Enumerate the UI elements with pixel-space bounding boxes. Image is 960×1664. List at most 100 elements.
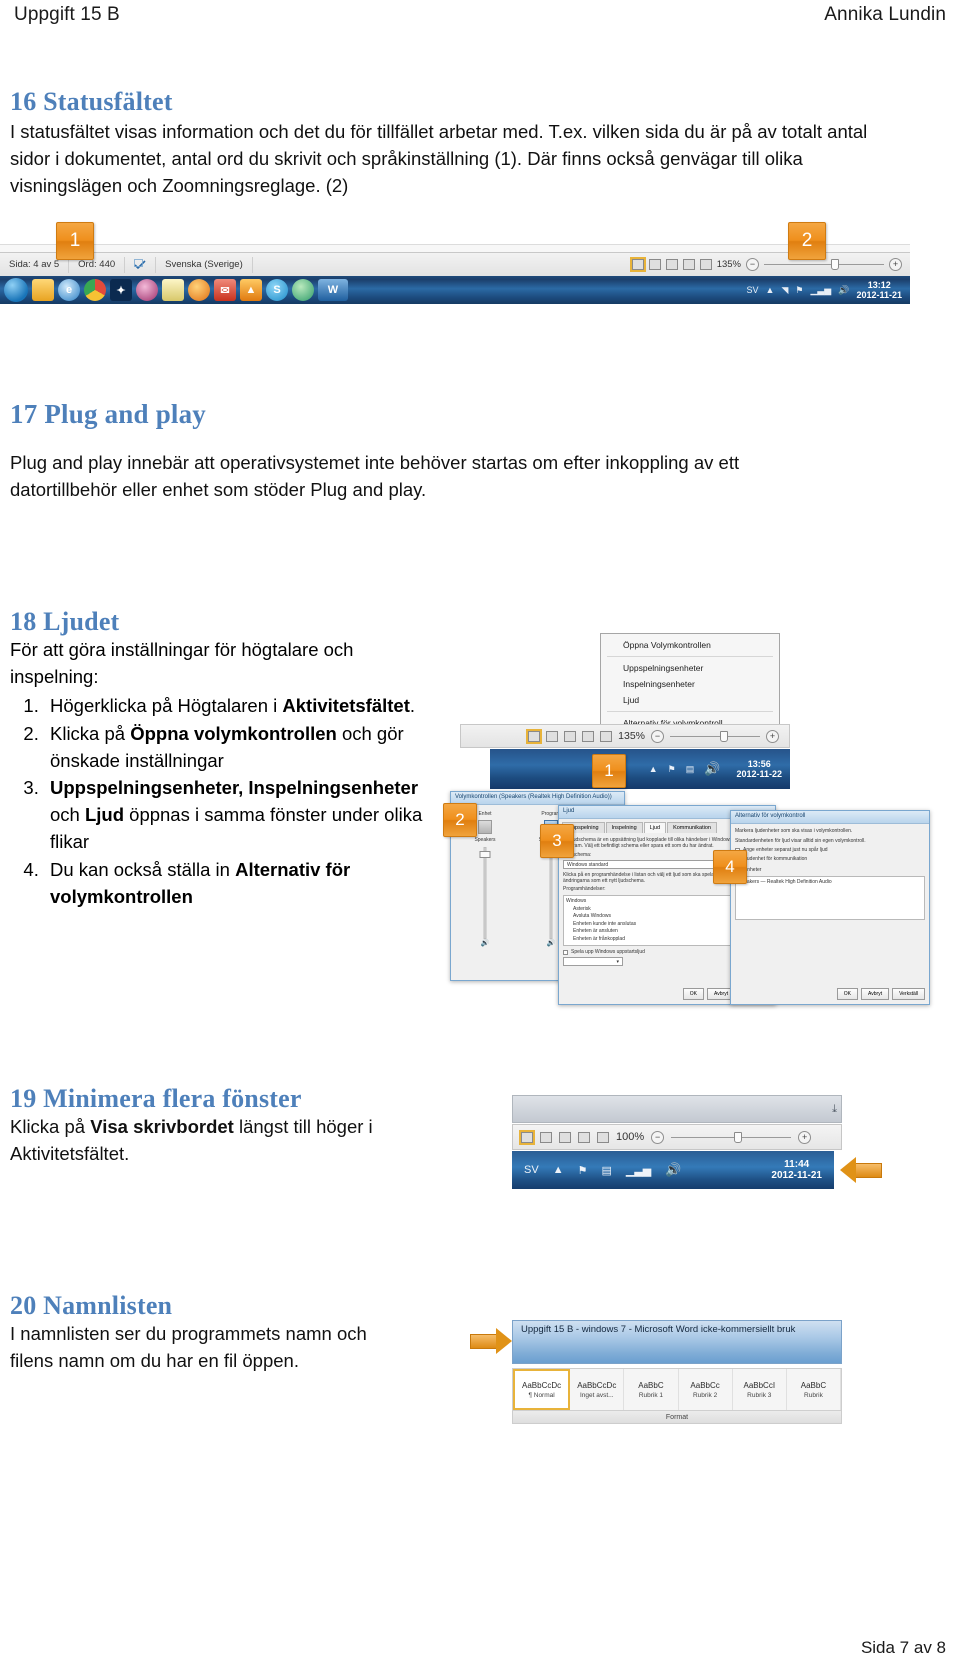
word-title-bar[interactable]: Uppgift 15 B - windows 7 - Microsoft Wor…: [512, 1320, 842, 1364]
chevron-down-icon[interactable]: ▾: [616, 959, 619, 965]
chrome-icon[interactable]: [84, 279, 106, 301]
section-19-heading: 19 Minimera flera fönster: [10, 1084, 302, 1113]
tray-clock[interactable]: 13:12 2012-11-21: [856, 280, 902, 301]
tray-signal-icon-19[interactable]: ▁▃▅: [626, 1164, 651, 1177]
view-draft-icon[interactable]: [699, 259, 712, 270]
style-heading[interactable]: AaBbC Rubrik: [787, 1369, 842, 1410]
tab-kommunikation[interactable]: Kommunikation: [667, 822, 717, 833]
apply-button[interactable]: Verkställ: [892, 988, 925, 1000]
tray-action-center-icon-19[interactable]: ⚑: [578, 1164, 588, 1177]
notepad-icon[interactable]: [162, 279, 184, 301]
tray-clock-18[interactable]: 13:56 2012-11-22: [736, 759, 782, 780]
tray-network-icon-19[interactable]: ▤: [601, 1164, 611, 1177]
view-outline-icon[interactable]: [682, 259, 695, 270]
menu-item-uppspelningsenheter[interactable]: Uppspelningsenheter: [601, 660, 779, 676]
view-draft-icon[interactable]: [597, 1131, 609, 1143]
menu-item-inspelningsenheter[interactable]: Inspelningsenheter: [601, 676, 779, 692]
proofing-icon[interactable]: [125, 256, 157, 273]
word-scroll-area-19[interactable]: ⤓: [512, 1095, 842, 1123]
view-fullscreen-reading-icon[interactable]: [648, 259, 661, 270]
vlc-icon[interactable]: ▲: [240, 279, 262, 301]
zoom-slider[interactable]: [764, 259, 884, 270]
tray-volume-icon-19[interactable]: 🔊: [665, 1162, 681, 1178]
tab-ljud[interactable]: Ljud: [643, 822, 667, 833]
mute-icon-device[interactable]: 🔊: [459, 939, 511, 947]
zoom-out-button-19[interactable]: −: [651, 1130, 665, 1144]
style-normal[interactable]: AaBbCcDc ¶ Normal: [513, 1369, 571, 1410]
view-web-layout-icon[interactable]: [665, 259, 678, 270]
view-fullscreen-reading-icon[interactable]: [540, 1131, 552, 1143]
view-print-layout-icon[interactable]: [629, 257, 646, 272]
page-header: Uppgift 15 B Annika Lundin: [0, 0, 960, 44]
view-web-layout-icon[interactable]: [559, 1131, 571, 1143]
volume-mixer-titlebar[interactable]: Volymkontrollen (Speakers (Realtek High …: [451, 792, 624, 805]
tray-clock-19[interactable]: 11:44 2012-11-21: [771, 1159, 822, 1182]
view-fullscreen-reading-icon[interactable]: [546, 730, 559, 742]
checkbox-icon[interactable]: [563, 949, 568, 955]
folder-icon[interactable]: [32, 279, 54, 301]
zoom-slider-thumb[interactable]: [831, 259, 840, 270]
volume-options-check-2[interactable]: Ljudenhet för kommunikation: [735, 856, 925, 862]
section-17-heading: 17 Plug and play: [10, 399, 207, 429]
tray-show-hidden-icon[interactable]: ▲: [766, 285, 775, 295]
style-no-spacing[interactable]: AaBbCcDc Inget avst...: [570, 1369, 625, 1410]
chevron-double-down-icon[interactable]: ⤓: [832, 1103, 837, 1116]
style-heading-3[interactable]: AaBbCcI Rubrik 3: [733, 1369, 787, 1410]
zoom-slider-19[interactable]: [671, 1131, 792, 1143]
zoom-in-button-18[interactable]: +: [766, 729, 779, 743]
tab-inspelning[interactable]: Inspelning: [605, 822, 643, 833]
status-language[interactable]: Svenska (Sverige): [156, 256, 253, 273]
callout-badge-2: 2: [788, 222, 826, 260]
ok-button[interactable]: OK: [682, 988, 704, 1000]
tray-show-hidden-icon-18[interactable]: ▲: [649, 764, 658, 774]
style-heading-1[interactable]: AaBbC Rubrik 1: [624, 1369, 679, 1410]
tray-action-center-icon[interactable]: ⚑: [795, 285, 803, 296]
style-heading-2[interactable]: AaBbCc Rubrik 2: [679, 1369, 733, 1410]
tray-volume-icon-18[interactable]: 🔊: [704, 761, 720, 777]
cancel-button[interactable]: Avbryt: [861, 988, 890, 1000]
view-print-layout-icon[interactable]: [519, 1129, 535, 1145]
view-outline-icon[interactable]: [582, 730, 595, 742]
sound-select-combo[interactable]: ▾: [563, 957, 623, 966]
list-item[interactable]: Speakers — Realtek High Definition Audio: [738, 879, 922, 887]
skype-icon[interactable]: S: [266, 279, 288, 301]
tray-network-icon-18[interactable]: ▤: [686, 764, 695, 775]
view-draft-icon[interactable]: [600, 730, 613, 742]
menu-item-ljud[interactable]: Ljud: [601, 692, 779, 708]
zoom-out-button[interactable]: −: [746, 258, 759, 271]
zoom-slider-thumb-18[interactable]: [720, 730, 729, 742]
volume-slider-device[interactable]: [459, 847, 511, 939]
tray-show-hidden-icon-19[interactable]: ▲: [553, 1164, 564, 1176]
menu-item-oppna-volymkontrollen[interactable]: Öppna Volymkontrollen: [601, 637, 779, 653]
tray-signal-icon[interactable]: ▁▃▅: [810, 285, 831, 296]
media-player-icon[interactable]: [136, 279, 158, 301]
zoom-in-button[interactable]: +: [889, 258, 902, 271]
tray-volume-icon[interactable]: 🔊: [838, 285, 849, 296]
outlook-icon[interactable]: ✉: [214, 279, 236, 301]
firefox-icon[interactable]: [188, 279, 210, 301]
start-orb-icon[interactable]: [4, 278, 28, 302]
browser-icon[interactable]: [292, 279, 314, 301]
view-web-layout-icon[interactable]: [564, 730, 577, 742]
volume-thumb[interactable]: [479, 851, 491, 858]
zoom-out-button-18[interactable]: −: [651, 729, 664, 743]
bluetooth-icon[interactable]: ✦: [110, 279, 132, 301]
zoom-in-button-19[interactable]: +: [798, 1130, 812, 1144]
zoom-slider-18[interactable]: [670, 730, 760, 742]
view-outline-icon[interactable]: [578, 1131, 590, 1143]
ok-button[interactable]: OK: [836, 988, 858, 1000]
volume-track: [549, 847, 553, 939]
tray-language-indicator[interactable]: SV: [747, 285, 759, 295]
tray-action-center-icon-18[interactable]: ⚑: [668, 764, 676, 775]
internet-explorer-icon[interactable]: e: [58, 279, 80, 301]
scrollbar-strip[interactable]: [0, 244, 910, 252]
callout-badge-2: 2: [443, 803, 477, 837]
volume-options-titlebar[interactable]: Alternativ för volymkontroll: [731, 811, 929, 824]
tray-network-icon[interactable]: ◥: [781, 285, 788, 296]
word-taskbar-icon[interactable]: W: [318, 279, 348, 301]
tray-language-indicator-19[interactable]: SV: [524, 1164, 539, 1176]
view-print-layout-icon[interactable]: [526, 728, 543, 744]
volume-options-device-list[interactable]: Speakers — Realtek High Definition Audio: [735, 876, 925, 920]
zoom-slider-thumb-19[interactable]: [733, 1131, 742, 1143]
volume-options-check-1[interactable]: Ange enheter separat just nu spår ljud: [735, 847, 925, 853]
